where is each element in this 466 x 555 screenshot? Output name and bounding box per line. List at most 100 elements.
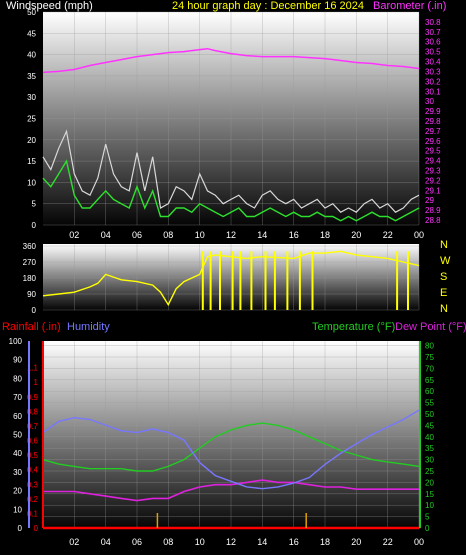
temp-y-tick: 25 [425,467,434,476]
wind-x-tick: 14 [257,230,267,240]
dir-y-tick: 270 [23,258,37,267]
temp-y-tick: 50 [425,410,434,419]
compass-n-bottom: N [440,303,448,315]
baro-y-tick: 29.2 [425,176,441,185]
humidity-y-tick: 0 [18,524,23,533]
temp-y-tick: 75 [425,353,434,362]
temp-y-tick: 65 [425,376,434,385]
wind-x-tick: 22 [383,230,393,240]
wind-y-tick: 25 [27,115,36,124]
temp-y-tick: 55 [425,399,434,408]
temp-x-tick: 16 [289,537,299,547]
compass-e: E [440,287,447,299]
dir-y-tick: 360 [23,242,37,251]
baro-y-tick: 29.8 [425,117,441,126]
wind-x-tick: 04 [101,230,111,240]
temp-x-tick: 08 [163,537,173,547]
wind-baro-panel: 05101520253035404550 28.828.92929.129.22… [6,0,446,230]
temp-x-tick: 00 [414,537,424,547]
rain-y-tick: 0 [34,524,39,533]
wind-y-tick: 5 [32,200,37,209]
compass-s: S [440,271,447,283]
baro-y-tick: 29.3 [425,167,441,176]
temp-y-tick: 80 [425,342,434,351]
weather-graph: 05101520253035404550 28.828.92929.129.22… [2,0,466,547]
baro-y-tick: 29 [425,196,434,205]
temp-x-tick: 18 [320,537,330,547]
dir-y-tick: 90 [27,290,36,299]
temp-y-tick: 0 [425,524,430,533]
temperature-legend: Temperature (°F) [312,321,395,333]
temp-y-tick: 10 [425,501,434,510]
dir-y-tick: 0 [32,306,37,315]
barometer-legend: Barometer (.in) [373,0,446,12]
wind-y-tick: 10 [27,178,36,187]
humidity-y-tick: 100 [9,337,23,346]
wind-direction-panel: 0 90 180 270 360 N W S E N [23,239,451,315]
humidity-y-tick: 90 [13,356,22,365]
baro-y-tick: 30.4 [425,58,441,67]
wind-x-tick: 20 [351,230,361,240]
baro-y-tick: 29.4 [425,157,441,166]
baro-y-tick: 30.3 [425,67,441,76]
baro-y-tick: 30.7 [425,28,441,37]
wind-y-tick: 0 [32,221,37,230]
baro-y-tick: 29.7 [425,127,441,136]
temp-y-tick: 30 [425,456,434,465]
wind-y-tick: 35 [27,72,36,81]
wind-y-tick: 20 [27,136,36,145]
baro-y-tick: 29.1 [425,186,441,195]
baro-y-tick: 29.5 [425,147,441,156]
temp-x-tick: 14 [257,537,267,547]
temp-y-tick: 15 [425,490,434,499]
wind-x-tick: 10 [195,230,205,240]
humidity-y-tick: 50 [13,431,22,440]
temp-y-tick: 40 [425,433,434,442]
wind-x-tick: 00 [414,230,424,240]
humidity-y-tick: 60 [13,412,22,421]
dir-y-tick: 180 [23,274,37,283]
compass-n-top: N [440,239,448,251]
wind-x-tick: 02 [69,230,79,240]
temp-x-tick: 04 [101,537,111,547]
baro-y-tick: 30.2 [425,77,441,86]
rain-y-tick: 1 [34,378,39,387]
wind-x-tick: 06 [132,230,142,240]
wind-x-tick: 18 [320,230,330,240]
wind-x-tick: 16 [289,230,299,240]
windspeed-legend: Windspeed (mph) [6,0,93,12]
temp-x-tick: 02 [69,537,79,547]
wind-x-tick: 08 [163,230,173,240]
baro-y-tick: 30.6 [425,38,441,47]
humidity-y-tick: 70 [13,393,22,402]
baro-y-tick: 30.1 [425,87,441,96]
wind-y-tick: 45 [27,29,36,38]
baro-y-tick: 30.8 [425,18,441,27]
temp-y-tick: 35 [425,444,434,453]
humidity-legend: Humidity [67,321,110,333]
baro-y-tick: 30.5 [425,48,441,57]
temp-x-tick: 12 [226,537,236,547]
humidity-y-tick: 30 [13,468,22,477]
wind-x-tick: 12 [226,230,236,240]
temp-x-tick: 06 [132,537,142,547]
baro-y-tick: 28.8 [425,216,441,225]
temp-x-tick: 20 [351,537,361,547]
baro-y-tick: 29.9 [425,107,441,116]
humidity-y-tick: 80 [13,374,22,383]
wind-y-tick: 30 [27,93,36,102]
humidity-y-tick: 10 [13,505,22,514]
humidity-y-tick: 40 [13,449,22,458]
baro-y-tick: 28.9 [425,206,441,215]
baro-y-tick: 30 [425,97,434,106]
temp-y-tick: 20 [425,478,434,487]
temp-y-tick: 70 [425,364,434,373]
temp-y-tick: 60 [425,387,434,396]
temp-humidity-panel: Rainfall (.in) Humidity Temperature (°F)… [2,321,466,533]
wind-y-tick: 40 [27,51,36,60]
baro-y-tick: 29.6 [425,137,441,146]
rainfall-legend: Rainfall (.in) [2,321,61,333]
compass-w: W [440,255,451,267]
dewpoint-legend: Dew Point (°F) [395,321,466,333]
wind-y-tick: 15 [27,157,36,166]
